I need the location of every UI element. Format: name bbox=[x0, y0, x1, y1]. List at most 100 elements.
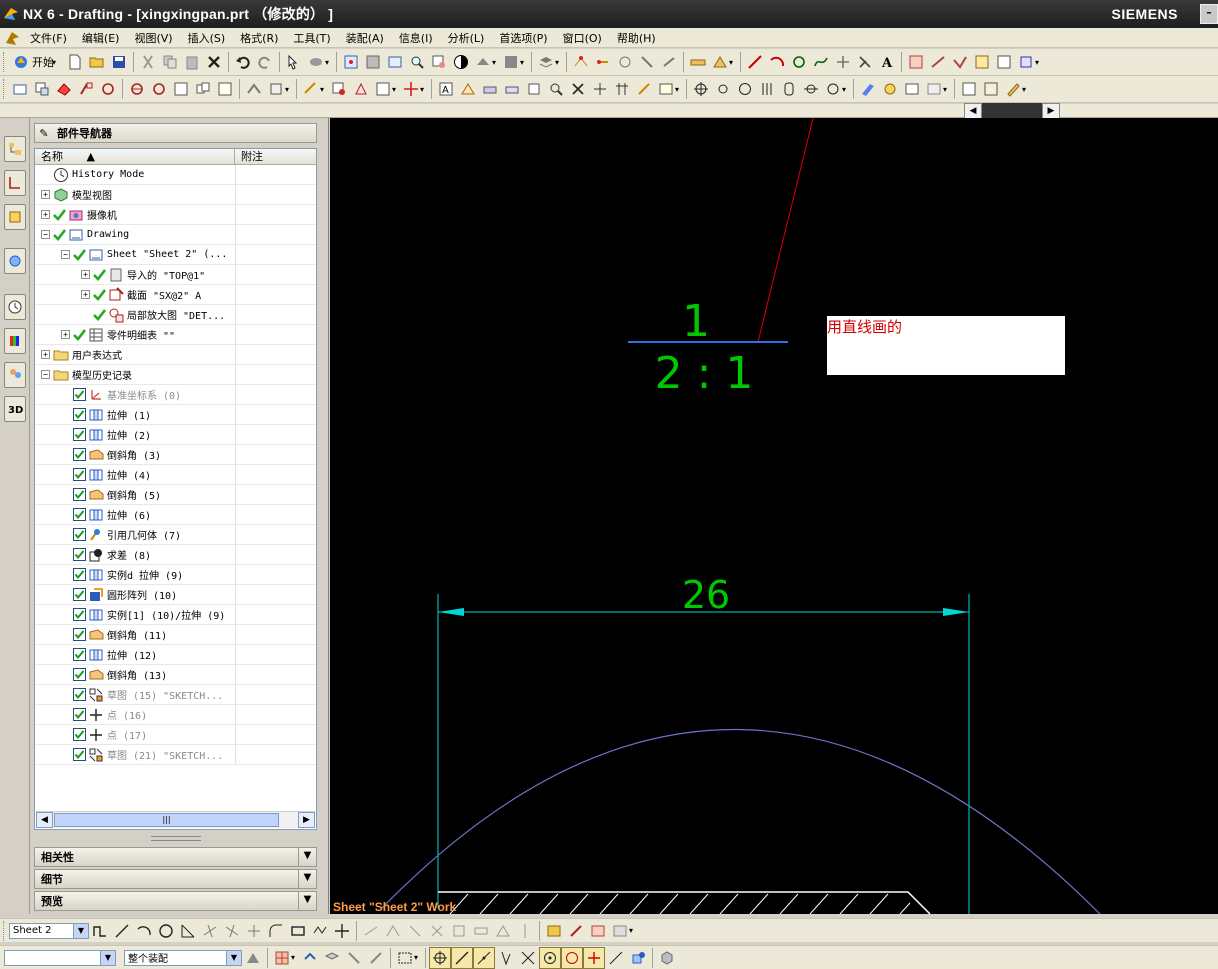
profile-icon[interactable] bbox=[89, 920, 111, 942]
tree-row[interactable]: 局部放大图 "DET... bbox=[35, 305, 316, 325]
select-edge-icon[interactable] bbox=[365, 947, 387, 969]
inferred-constraints-icon[interactable] bbox=[470, 920, 492, 942]
view-label-icon[interactable] bbox=[265, 78, 287, 100]
visibility-checkbox[interactable] bbox=[73, 588, 88, 601]
zoom-icon[interactable] bbox=[406, 51, 428, 73]
snap-center-icon[interactable] bbox=[658, 51, 680, 73]
expand-toggle-icon[interactable]: + bbox=[81, 290, 90, 299]
select-all-icon[interactable] bbox=[242, 947, 264, 969]
visibility-checkbox[interactable] bbox=[73, 728, 88, 741]
origin-icon[interactable] bbox=[901, 78, 923, 100]
dimension-inferred-icon[interactable] bbox=[300, 78, 322, 100]
visibility-checkbox[interactable] bbox=[73, 688, 88, 701]
layer-icon[interactable] bbox=[535, 51, 557, 73]
system-materials-icon[interactable] bbox=[4, 328, 26, 354]
expand-toggle-icon[interactable]: + bbox=[81, 270, 90, 279]
fillet-icon[interactable] bbox=[832, 51, 854, 73]
visibility-checkbox[interactable] bbox=[73, 408, 88, 421]
view-boundary-icon[interactable] bbox=[214, 78, 236, 100]
base-view-icon[interactable] bbox=[31, 78, 53, 100]
tree-row[interactable]: 点 (17) bbox=[35, 725, 316, 745]
visibility-checkbox[interactable] bbox=[73, 328, 88, 341]
tree-row[interactable]: + 模型视图 bbox=[35, 185, 316, 205]
surface-finish-icon[interactable] bbox=[949, 51, 971, 73]
menu-file[interactable]: 文件(F) bbox=[23, 30, 75, 46]
show-constraints-icon[interactable] bbox=[404, 920, 426, 942]
slot-icon[interactable] bbox=[778, 78, 800, 100]
toolbar-grip-2[interactable] bbox=[3, 79, 6, 99]
visibility-checkbox[interactable] bbox=[93, 308, 108, 321]
update-view-icon[interactable] bbox=[192, 78, 214, 100]
snap-enable-icon[interactable] bbox=[429, 946, 451, 969]
display-sheet-icon[interactable] bbox=[958, 78, 980, 100]
hatch-boundary-icon[interactable] bbox=[633, 78, 655, 100]
column-note-header[interactable]: 附注 bbox=[235, 149, 316, 164]
sheet-select[interactable]: Sheet 2 ▼ bbox=[9, 922, 89, 939]
tree-row[interactable]: + 导入的 "TOP@1" bbox=[35, 265, 316, 285]
bolt-pattern-icon[interactable] bbox=[822, 78, 844, 100]
nx-menu-icon[interactable] bbox=[3, 29, 23, 47]
menu-analysis[interactable]: 分析(L) bbox=[441, 30, 493, 46]
intersection-symbol-icon[interactable] bbox=[545, 78, 567, 100]
project-curve-icon[interactable] bbox=[565, 920, 587, 942]
expand-toggle-icon[interactable]: + bbox=[41, 210, 50, 219]
drawing-template-icon[interactable] bbox=[980, 78, 1002, 100]
visibility-checkbox[interactable] bbox=[73, 668, 88, 681]
tree-row[interactable]: 倒斜角 (11) bbox=[35, 625, 316, 645]
expand-toggle-icon[interactable]: + bbox=[61, 330, 70, 339]
chevron-down-icon[interactable]: ▼ bbox=[298, 848, 316, 866]
chevron-down-icon[interactable]: ▼ bbox=[100, 950, 115, 965]
snap-intersection-icon[interactable] bbox=[517, 947, 539, 969]
menu-view[interactable]: 视图(V) bbox=[127, 30, 180, 46]
centerline-icon[interactable] bbox=[328, 78, 350, 100]
toolbar-scroller[interactable]: ◀ ▶ bbox=[964, 103, 1060, 119]
cross-symbol-icon[interactable] bbox=[567, 78, 589, 100]
undo-selection-icon[interactable] bbox=[299, 947, 321, 969]
tree-row[interactable]: + 截面 "SX@2" A bbox=[35, 285, 316, 305]
text-icon[interactable]: A bbox=[876, 51, 898, 73]
web-browser-icon[interactable] bbox=[4, 248, 26, 274]
section-preview[interactable]: 预览 ▼ bbox=[34, 891, 317, 911]
view-style-icon[interactable] bbox=[243, 78, 265, 100]
annotation-note[interactable]: 用直线画的 bbox=[827, 316, 1065, 375]
half-section-icon[interactable] bbox=[148, 78, 170, 100]
menu-information[interactable]: 信息(I) bbox=[392, 30, 441, 46]
roles-icon[interactable] bbox=[4, 362, 26, 388]
tree-row[interactable]: 基准坐标系 (0) bbox=[35, 385, 316, 405]
utility-symbol-icon[interactable] bbox=[589, 78, 611, 100]
crosshair-icon[interactable] bbox=[400, 78, 422, 100]
parts-list-icon[interactable] bbox=[993, 51, 1015, 73]
tree-row[interactable]: 倒斜角 (5) bbox=[35, 485, 316, 505]
sketch-circle-icon[interactable] bbox=[155, 920, 177, 942]
expand-toggle-icon[interactable]: − bbox=[41, 370, 50, 379]
parallel-icon[interactable] bbox=[756, 78, 778, 100]
snap-mid-icon[interactable] bbox=[614, 51, 636, 73]
visibility-checkbox[interactable] bbox=[73, 608, 88, 621]
history-palette-icon[interactable] bbox=[4, 294, 26, 320]
expand-toggle-icon[interactable]: + bbox=[41, 350, 50, 359]
toolbar-grip-3[interactable] bbox=[3, 920, 6, 941]
snap-endpoint-icon[interactable] bbox=[451, 946, 473, 969]
tree-row[interactable]: History Mode bbox=[35, 165, 316, 185]
menu-preferences[interactable]: 首选项(P) bbox=[492, 30, 555, 46]
visibility-checkbox[interactable] bbox=[73, 248, 88, 261]
visibility-checkbox[interactable] bbox=[73, 748, 88, 761]
visibility-checkbox[interactable] bbox=[73, 428, 88, 441]
chevron-down-icon[interactable]: ▼ bbox=[73, 923, 88, 938]
select-filter-icon[interactable] bbox=[283, 51, 305, 73]
model-cube-icon[interactable] bbox=[656, 947, 678, 969]
drawing-canvas[interactable]: 1 2 : 1 26 用直线画的 Sheet "Sheet 2" Work bbox=[330, 118, 1218, 914]
scroll-thumb[interactable]: ||| bbox=[54, 813, 279, 827]
tree-row[interactable]: 求差 (8) bbox=[35, 545, 316, 565]
image-icon[interactable] bbox=[655, 78, 677, 100]
menu-format[interactable]: 格式(R) bbox=[233, 30, 286, 46]
snap-quadrant-icon[interactable] bbox=[561, 946, 583, 969]
snap-existing-point-icon[interactable] bbox=[583, 946, 605, 969]
id-symbol-icon[interactable] bbox=[1015, 51, 1037, 73]
visibility-checkbox[interactable] bbox=[73, 488, 88, 501]
pan-icon[interactable] bbox=[384, 51, 406, 73]
snap-point-icon[interactable] bbox=[570, 51, 592, 73]
shaded-view-icon[interactable] bbox=[450, 51, 472, 73]
3d-models-icon[interactable]: 3D bbox=[4, 396, 26, 422]
visibility-checkbox[interactable] bbox=[53, 228, 68, 241]
